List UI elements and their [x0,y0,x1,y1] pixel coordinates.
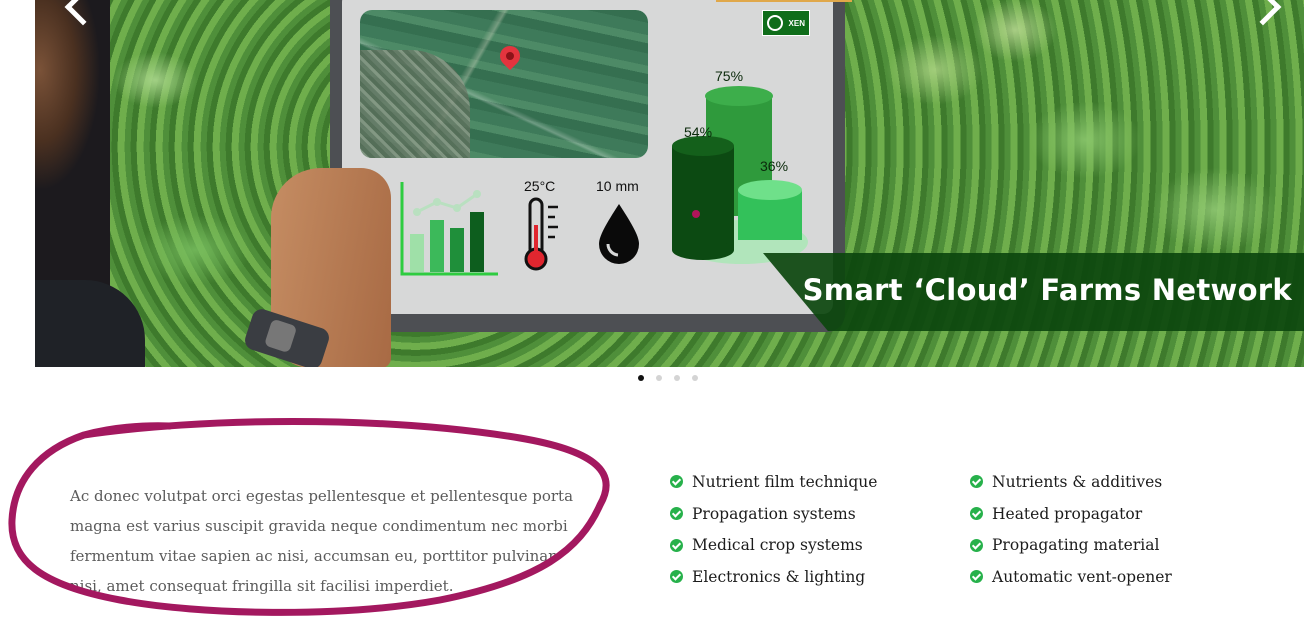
check-circle-icon [670,475,683,489]
satellite-map-image [360,10,648,158]
list-item: Nutrient film technique [670,466,877,498]
tablet-screen: XEN 25°C 10 mm 75% 54% 36% [342,0,833,314]
pie-label-75: 75% [715,68,744,84]
list-item: Medical crop systems [670,529,877,561]
list-item: Electronics & lighting [670,561,877,593]
leaf-icon [767,15,783,31]
list-item: Nutrients & additives [970,466,1172,498]
check-circle-icon [670,538,683,552]
person-shoulder [35,280,145,367]
location-pin-icon [495,41,525,71]
slider-pagination [638,375,698,381]
intro-paragraph: Ac donec volutpat orci egestas pellentes… [70,487,574,595]
xen-logo: XEN [762,10,810,36]
feature-list-left: Nutrient film technique Propagation syst… [670,466,877,593]
rainfall-readout: 10 mm [596,178,639,194]
check-circle-icon [970,570,983,584]
check-circle-icon [970,538,983,552]
check-circle-icon [670,570,683,584]
check-circle-icon [970,507,983,521]
slider-dot-2[interactable] [656,375,662,381]
pie-label-36: 36% [760,158,789,174]
3d-pie-chart-icon [672,86,808,264]
slider-dot-3[interactable] [674,375,680,381]
check-circle-icon [670,507,683,521]
list-item: Propagating material [970,529,1172,561]
bar-chart-icon [400,182,498,276]
hero-slider: XEN 25°C 10 mm 75% 54% 36% Smart ‘Cloud’… [35,0,1304,367]
list-item: Heated propagator [970,498,1172,530]
tablet-device: XEN 25°C 10 mm 75% 54% 36% [330,0,845,332]
thermometer-icon [524,197,558,271]
check-circle-icon [970,475,983,489]
temperature-readout: 25°C [524,178,556,194]
list-item: Automatic vent-opener [970,561,1172,593]
slide-caption: Smart ‘Cloud’ Farms Network [802,273,1292,307]
slider-dot-1[interactable] [638,375,644,381]
feature-list-right: Nutrients & additives Heated propagator … [970,466,1172,593]
water-drop-icon [599,204,639,264]
slider-dot-4[interactable] [692,375,698,381]
pie-label-54: 54% [684,124,713,140]
list-item: Propagation systems [670,498,877,530]
top-accent-line [716,0,852,2]
